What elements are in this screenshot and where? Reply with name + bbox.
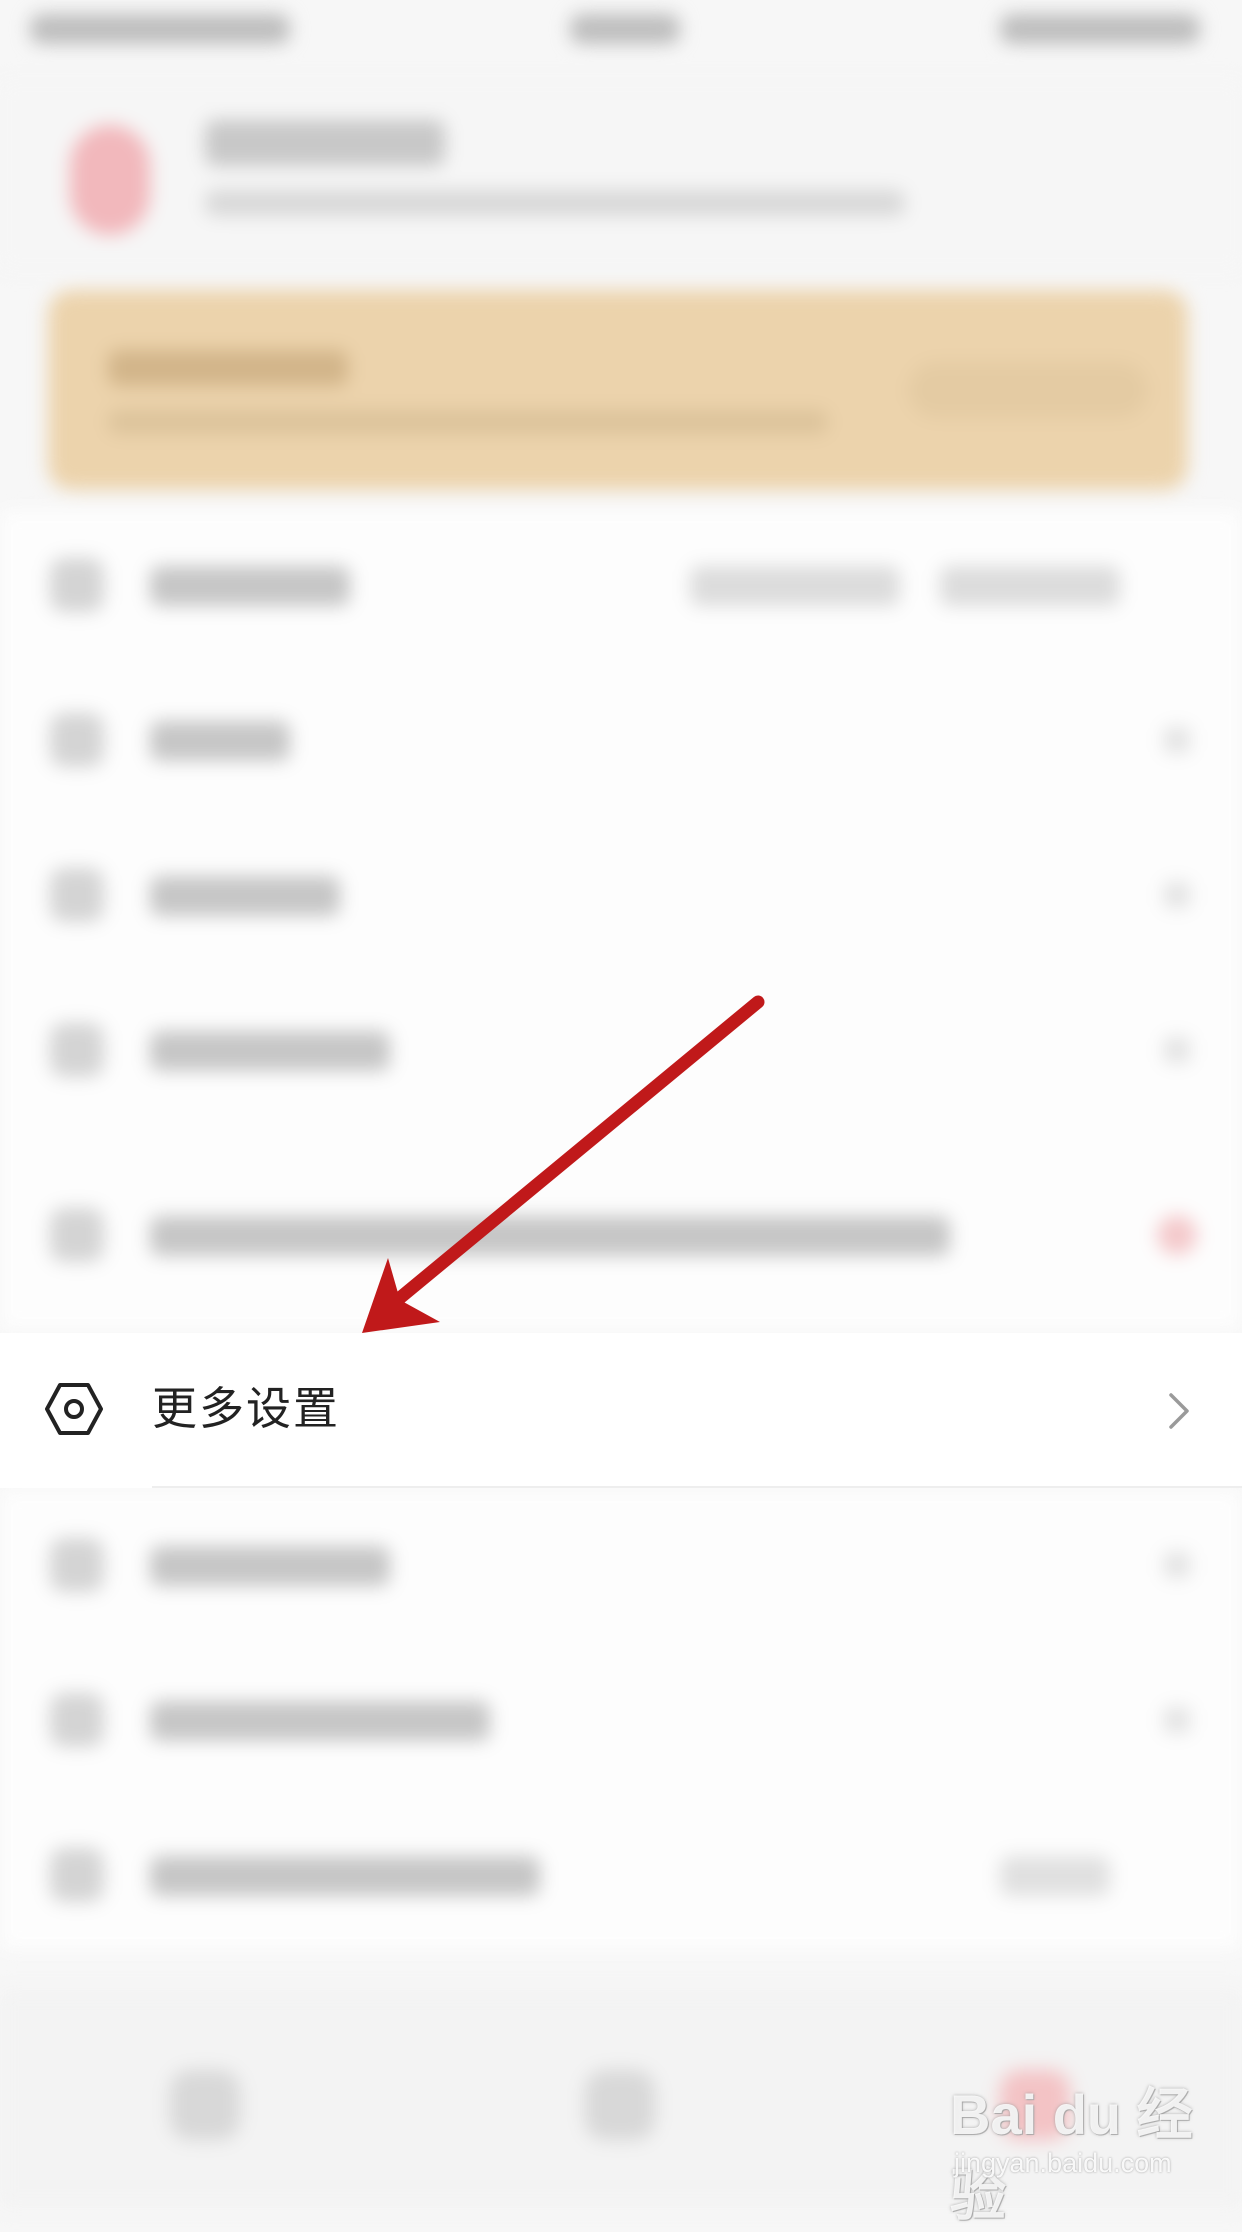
profile-subtitle (205, 190, 905, 216)
vip-title (108, 350, 348, 386)
list-item-icon (50, 1208, 104, 1262)
chevron-right-icon (1164, 727, 1190, 753)
baidu-watermark: Bai du 经验 jingyan.baidu.com (950, 2070, 1220, 2227)
chevron-right-icon (1164, 1707, 1190, 1733)
list-item[interactable] (0, 1160, 1242, 1310)
list-item-icon (50, 1693, 104, 1747)
settings-list-top (0, 510, 1242, 1330)
tab-home-icon[interactable] (170, 2070, 240, 2140)
tab-discover-icon[interactable] (585, 2070, 655, 2140)
settings-list-bottom (0, 1490, 1242, 1950)
list-item[interactable] (0, 1800, 1242, 1950)
list-item-icon (50, 713, 104, 767)
status-time (570, 14, 680, 44)
avatar[interactable] (70, 125, 150, 235)
list-item-icon (50, 1538, 104, 1592)
list-item-icon (50, 1848, 104, 1902)
status-battery (1000, 14, 1200, 44)
list-item[interactable] (0, 510, 1242, 660)
list-item[interactable] (0, 665, 1242, 815)
hexagon-nut-icon (45, 1383, 103, 1435)
vip-desc (108, 410, 828, 434)
list-item-label (150, 876, 340, 916)
list-item-icon (50, 868, 104, 922)
list-item[interactable] (0, 975, 1242, 1125)
list-item[interactable] (0, 1645, 1242, 1795)
list-item-label (150, 566, 350, 606)
list-item-label (150, 1856, 540, 1896)
chevron-right-icon (1164, 1552, 1190, 1578)
list-item[interactable] (0, 820, 1242, 970)
profile-name (205, 120, 445, 166)
chevron-right-icon (1164, 1037, 1190, 1063)
more-settings-row[interactable]: 更多设置 (0, 1333, 1242, 1488)
profile-header[interactable] (0, 80, 1242, 270)
more-settings-label: 更多设置 (152, 1382, 341, 1435)
list-item-icon (50, 558, 104, 612)
list-item-label (150, 1701, 490, 1741)
list-item-label (150, 1031, 390, 1071)
blurred-background (0, 0, 1242, 2208)
list-item[interactable] (0, 1490, 1242, 1640)
status-carrier (30, 14, 290, 44)
list-item-label (150, 721, 290, 761)
list-item-icon (50, 1023, 104, 1077)
list-item-label (150, 1216, 950, 1256)
chevron-right-icon (1169, 1393, 1189, 1429)
chevron-right-icon (1164, 882, 1190, 908)
vip-button[interactable] (908, 362, 1148, 418)
vip-banner[interactable] (48, 290, 1188, 490)
row-divider (152, 1486, 1242, 1488)
list-item-value (940, 566, 1120, 606)
list-item-label (150, 1546, 390, 1586)
watermark-url: jingyan.baidu.com (954, 2148, 1172, 2178)
red-dot-icon (1157, 1215, 1197, 1255)
list-item-value (690, 566, 900, 606)
list-item-value (1000, 1856, 1110, 1896)
status-bar (0, 0, 1242, 60)
